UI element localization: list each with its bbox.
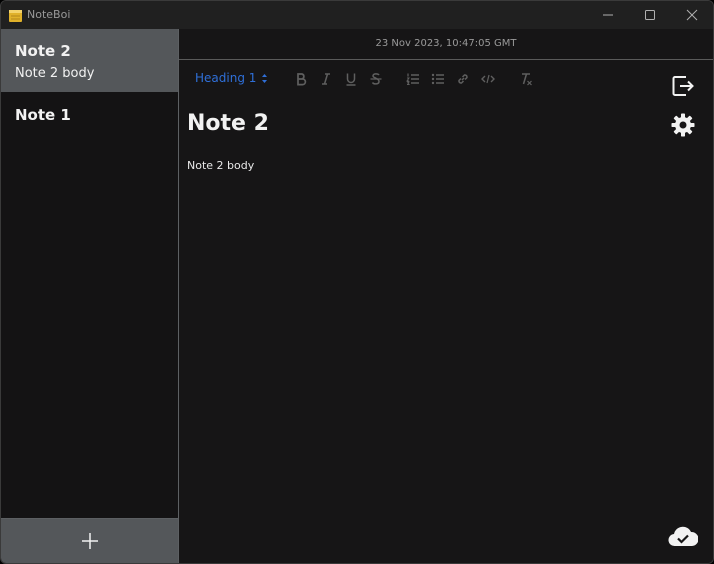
- minimize-button[interactable]: [587, 1, 629, 29]
- ordered-list-icon: [406, 73, 419, 85]
- underline-icon: [346, 73, 356, 86]
- title-bar: NoteBoi: [1, 1, 713, 29]
- app-window: NoteBoi Note 2 Note 2 body Note 1 23 Nov…: [0, 0, 714, 564]
- ordered-list-button[interactable]: [406, 72, 420, 86]
- note-list-item[interactable]: Note 1: [1, 92, 178, 140]
- note-list-item[interactable]: Note 2 Note 2 body: [1, 29, 178, 92]
- bullet-list-button[interactable]: [431, 72, 445, 86]
- document-title[interactable]: Note 2: [187, 111, 269, 136]
- export-icon[interactable]: [671, 74, 695, 98]
- italic-icon: [322, 73, 330, 85]
- link-icon: [458, 74, 468, 84]
- italic-button[interactable]: [319, 72, 333, 86]
- code-icon: [481, 74, 495, 84]
- close-button[interactable]: [671, 1, 713, 29]
- close-icon: [686, 9, 698, 21]
- bold-icon: [297, 73, 307, 86]
- clear-format-icon: [522, 73, 532, 86]
- maximize-icon: [645, 10, 655, 20]
- notes-sidebar: Note 2 Note 2 body Note 1: [1, 29, 179, 563]
- minimize-icon: [603, 14, 613, 16]
- link-button[interactable]: [456, 72, 470, 86]
- cloud-check-icon: [668, 526, 698, 547]
- maximize-button[interactable]: [629, 1, 671, 29]
- heading-select[interactable]: Heading 1: [195, 71, 256, 85]
- last-modified-timestamp: 23 Nov 2023, 10:47:05 GMT: [375, 38, 517, 49]
- gear-icon[interactable]: [671, 113, 695, 137]
- editor-pane: 23 Nov 2023, 10:47:05 GMT Heading 1 Note…: [179, 29, 713, 563]
- add-note-button[interactable]: [1, 518, 178, 563]
- strikethrough-button[interactable]: [369, 72, 383, 86]
- bold-button[interactable]: [294, 72, 308, 86]
- notebook-icon: [9, 10, 22, 22]
- clear-format-button[interactable]: [519, 72, 533, 86]
- note-title: Note 2: [15, 42, 71, 60]
- note-snippet: Note 2 body: [15, 66, 95, 81]
- document-body[interactable]: Note 2 body: [187, 159, 254, 172]
- plus-icon: [82, 533, 98, 549]
- note-title: Note 1: [15, 106, 71, 124]
- underline-button[interactable]: [344, 72, 358, 86]
- strikethrough-icon: [370, 73, 382, 85]
- bullet-list-icon: [431, 73, 444, 85]
- code-button[interactable]: [481, 72, 495, 86]
- window-title: NoteBoi: [27, 8, 71, 21]
- editor-divider: [179, 59, 713, 60]
- select-arrows-icon: [262, 74, 267, 83]
